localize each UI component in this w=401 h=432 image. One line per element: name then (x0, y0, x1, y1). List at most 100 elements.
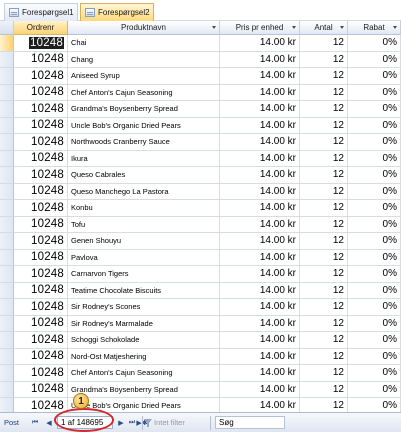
cell-rabat[interactable]: 0% (348, 348, 401, 365)
cell-antal[interactable]: 12 (300, 332, 348, 349)
cell-pris-pr-enhed[interactable]: 14.00 kr (220, 101, 300, 118)
cell-produktnavn[interactable]: Tofu (68, 216, 220, 233)
cell-produktnavn[interactable]: Carnarvon Tigers (68, 266, 220, 283)
column-header-ordrenr[interactable]: Ordrenr (14, 21, 68, 35)
cell-produktnavn[interactable]: Northwoods Cranberry Sauce (68, 134, 220, 151)
cell-rabat[interactable]: 0% (348, 150, 401, 167)
cell-antal[interactable]: 12 (300, 183, 348, 200)
cell-ordrenr[interactable]: 10248 (14, 134, 68, 151)
cell-rabat[interactable]: 0% (348, 134, 401, 151)
cell-ordrenr[interactable]: 10248 (14, 282, 68, 299)
table-row[interactable]: 10248 Grandma's Boysenberry Spread 14.00 k… (0, 381, 401, 398)
record-selector[interactable] (0, 216, 14, 233)
table-row[interactable]: 10248 Ikura 14.00 kr 12 0% (0, 150, 401, 167)
cell-ordrenr[interactable]: 10248 (14, 183, 68, 200)
cell-pris-pr-enhed[interactable]: 14.00 kr (220, 315, 300, 332)
table-row[interactable]: 10248 Aniseed Syrup 14.00 kr 12 0% (0, 68, 401, 85)
record-selector[interactable] (0, 200, 14, 217)
cell-rabat[interactable]: 0% (348, 315, 401, 332)
cell-rabat[interactable]: 0% (348, 35, 401, 52)
cell-produktnavn[interactable]: Queso Cabrales (68, 167, 220, 184)
cell-pris-pr-enhed[interactable]: 14.00 kr (220, 398, 300, 412)
cell-pris-pr-enhed[interactable]: 14.00 kr (220, 381, 300, 398)
cell-antal[interactable]: 12 (300, 200, 348, 217)
cell-ordrenr[interactable]: 10248 (14, 381, 68, 398)
table-row[interactable]: 10248 Uncle Bob's Organic Dried Pears 14.0… (0, 117, 401, 134)
record-selector[interactable] (0, 183, 14, 200)
record-selector[interactable] (0, 117, 14, 134)
cell-antal[interactable]: 12 (300, 233, 348, 250)
cell-antal[interactable]: 12 (300, 249, 348, 266)
table-row[interactable]: 10248 Chang 14.00 kr 12 0% (0, 51, 401, 68)
record-selector[interactable] (0, 68, 14, 85)
cell-ordrenr[interactable]: 10248 (14, 167, 68, 184)
filter-status-button[interactable]: Intet filter (144, 418, 185, 427)
cell-pris-pr-enhed[interactable]: 14.00 kr (220, 167, 300, 184)
cell-pris-pr-enhed[interactable]: 14.00 kr (220, 266, 300, 283)
cell-antal[interactable]: 12 (300, 315, 348, 332)
cell-produktnavn[interactable]: Schoggi Schokolade (68, 332, 220, 349)
table-row[interactable]: 10248 Tofu 14.00 kr 12 0% (0, 216, 401, 233)
cell-produktnavn[interactable]: Queso Manchego La Pastora (68, 183, 220, 200)
record-selector[interactable] (0, 134, 14, 151)
record-selector[interactable] (0, 266, 14, 283)
cell-ordrenr[interactable]: 10248 (14, 101, 68, 118)
cell-produktnavn[interactable]: Sir Rodney's Marmalade (68, 315, 220, 332)
record-selector[interactable] (0, 35, 14, 52)
record-selector[interactable] (0, 249, 14, 266)
table-row[interactable]: 10248 Carnarvon Tigers 14.00 kr 12 0% (0, 266, 401, 283)
record-selector[interactable] (0, 315, 14, 332)
cell-antal[interactable]: 12 (300, 365, 348, 382)
cell-rabat[interactable]: 0% (348, 183, 401, 200)
cell-rabat[interactable]: 0% (348, 282, 401, 299)
cell-pris-pr-enhed[interactable]: 14.00 kr (220, 348, 300, 365)
cell-rabat[interactable]: 0% (348, 68, 401, 85)
cell-antal[interactable]: 12 (300, 68, 348, 85)
cell-rabat[interactable]: 0% (348, 51, 401, 68)
cell-antal[interactable]: 12 (300, 101, 348, 118)
cell-produktnavn[interactable]: Ikura (68, 150, 220, 167)
cell-antal[interactable]: 12 (300, 398, 348, 412)
table-row[interactable]: 10248 Uncle Bob's Organic Dried Pears 14.0… (0, 398, 401, 412)
cell-produktnavn[interactable]: Teatime Chocolate Biscuits (68, 282, 220, 299)
table-row[interactable]: 10248 Chef Anton's Cajun Seasoning 14.00 k… (0, 84, 401, 101)
cell-antal[interactable]: 12 (300, 35, 348, 52)
cell-produktnavn[interactable]: Uncle Bob's Organic Dried Pears (68, 117, 220, 134)
dropdown-arrow-icon[interactable] (393, 26, 397, 29)
cell-ordrenr[interactable]: 10248 (14, 365, 68, 382)
cell-rabat[interactable]: 0% (348, 299, 401, 316)
table-row[interactable]: 10248 Sir Rodney's Scones 14.00 kr 12 0% (0, 299, 401, 316)
record-selector[interactable] (0, 381, 14, 398)
cell-pris-pr-enhed[interactable]: 14.00 kr (220, 200, 300, 217)
table-row[interactable]: 10248 Nord-Ost Matjeshering 14.00 kr 12 0% (0, 348, 401, 365)
table-row[interactable]: 10248 Chef Anton's Cajun Seasoning 14.00 k… (0, 365, 401, 382)
cell-antal[interactable]: 12 (300, 84, 348, 101)
cell-ordrenr[interactable]: 10248 (14, 332, 68, 349)
record-selector[interactable] (0, 150, 14, 167)
column-header-rabat[interactable]: Rabat (348, 21, 401, 35)
record-selector[interactable] (0, 101, 14, 118)
cell-produktnavn[interactable]: Nord-Ost Matjeshering (68, 348, 220, 365)
cell-pris-pr-enhed[interactable]: 14.00 kr (220, 249, 300, 266)
tab-forespoergsel2[interactable]: Forespørgsel2 (80, 3, 154, 21)
record-selector[interactable] (0, 84, 14, 101)
cell-ordrenr[interactable]: 10248 (14, 68, 68, 85)
cell-rabat[interactable]: 0% (348, 381, 401, 398)
cell-rabat[interactable]: 0% (348, 233, 401, 250)
cell-antal[interactable]: 12 (300, 348, 348, 365)
next-record-button[interactable]: ▶ (116, 417, 126, 428)
cell-ordrenr[interactable]: 10248 (14, 200, 68, 217)
cell-rabat[interactable]: 0% (348, 200, 401, 217)
record-selector[interactable] (0, 348, 14, 365)
table-row[interactable]: 10248 Genen Shouyu 14.00 kr 12 0% (0, 233, 401, 250)
cell-produktnavn[interactable]: Chef Anton's Cajun Seasoning (68, 365, 220, 382)
table-row[interactable]: 10248 Pavlova 14.00 kr 12 0% (0, 249, 401, 266)
cell-rabat[interactable]: 0% (348, 365, 401, 382)
table-row[interactable]: 10248 Teatime Chocolate Biscuits 14.00 kr 1… (0, 282, 401, 299)
cell-produktnavn[interactable]: Grandma's Boysenberry Spread (68, 381, 220, 398)
cell-ordrenr[interactable]: 10248 (14, 398, 68, 412)
table-row[interactable]: 10248 Konbu 14.00 kr 12 0% (0, 200, 401, 217)
cell-antal[interactable]: 12 (300, 266, 348, 283)
cell-pris-pr-enhed[interactable]: 14.00 kr (220, 183, 300, 200)
record-selector[interactable] (0, 299, 14, 316)
